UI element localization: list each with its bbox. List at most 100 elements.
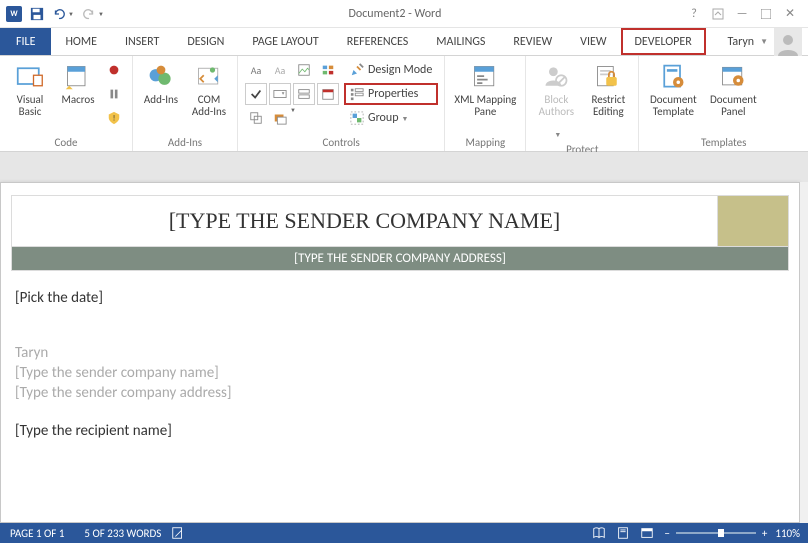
- date-control-icon[interactable]: [317, 83, 339, 105]
- document-header: [TYPE THE SENDER COMPANY NAME] [TYPE THE…: [11, 195, 789, 271]
- group-templates: Document Template Document Panel Templat…: [639, 56, 808, 151]
- group-controls: Aa Aa ▼: [238, 56, 445, 151]
- restrict-editing-icon: [594, 60, 622, 94]
- close-icon[interactable]: ✕: [778, 3, 802, 25]
- rich-text-control-icon[interactable]: Aa: [245, 59, 267, 81]
- document-template-icon: [659, 60, 687, 94]
- document-template-button[interactable]: Document Template: [643, 58, 703, 132]
- maximize-icon[interactable]: [754, 3, 778, 25]
- ribbon: Visual Basic Macros ! Code Add-Ins COM A…: [0, 56, 808, 152]
- tab-review[interactable]: REVIEW: [499, 28, 566, 55]
- tab-references[interactable]: REFERENCES: [333, 28, 423, 55]
- com-addins-icon: [195, 60, 223, 94]
- tab-view[interactable]: VIEW: [566, 28, 620, 55]
- checkbox-control-icon[interactable]: [245, 83, 267, 105]
- restrict-editing-button[interactable]: Restrict Editing: [582, 58, 634, 132]
- com-addins-button[interactable]: COM Add-Ins: [185, 58, 233, 132]
- design-mode-button[interactable]: Design Mode: [344, 59, 438, 81]
- logo-placeholder[interactable]: [718, 196, 788, 246]
- tab-insert[interactable]: INSERT: [111, 28, 173, 55]
- macro-security-icon[interactable]: !: [103, 107, 125, 129]
- minimize-icon[interactable]: —: [730, 3, 754, 25]
- legacy-tools-icon[interactable]: [269, 107, 291, 129]
- document-body[interactable]: [Pick the date] Taryn [Type the sender c…: [15, 289, 785, 441]
- recipient-name-field[interactable]: [Type the recipient name]: [15, 421, 785, 441]
- group-addins: Add-Ins COM Add-Ins Add-Ins: [133, 56, 238, 151]
- print-layout-icon[interactable]: [616, 526, 640, 540]
- date-picker-field[interactable]: [Pick the date]: [15, 289, 785, 307]
- ribbon-display-icon[interactable]: [706, 3, 730, 25]
- sender-company-field[interactable]: [Type the sender company name]: [15, 363, 785, 383]
- chevron-down-icon: ▼: [760, 37, 768, 47]
- web-layout-icon[interactable]: [640, 526, 664, 540]
- chevron-down-icon[interactable]: ▼: [98, 10, 108, 18]
- xml-mapping-icon: [471, 60, 499, 94]
- record-macro-icon[interactable]: [103, 59, 125, 81]
- combobox-control-icon[interactable]: [269, 83, 291, 105]
- document-panel-button[interactable]: Document Panel: [703, 58, 763, 132]
- company-address-field[interactable]: [TYPE THE SENDER COMPANY ADDRESS]: [12, 246, 788, 270]
- zoom-out-button[interactable]: −: [664, 527, 669, 540]
- addins-icon: [147, 60, 175, 94]
- proofing-icon[interactable]: [171, 526, 195, 540]
- user-name: Taryn: [727, 35, 754, 49]
- sender-address-field[interactable]: [Type the sender company address]: [15, 383, 785, 403]
- properties-button[interactable]: Properties: [344, 83, 438, 105]
- company-name-field[interactable]: [TYPE THE SENDER COMPANY NAME]: [12, 196, 718, 246]
- redo-icon[interactable]: [78, 3, 100, 25]
- status-bar: PAGE 1 OF 1 5 OF 233 WORDS − + 110%: [0, 523, 808, 543]
- xml-mapping-button[interactable]: XML Mapping Pane: [449, 58, 521, 132]
- document-area: [TYPE THE SENDER COMPANY NAME] [TYPE THE…: [0, 152, 808, 523]
- tab-file[interactable]: FILE: [0, 28, 51, 55]
- group-code: Visual Basic Macros ! Code: [0, 56, 133, 151]
- tab-mailings[interactable]: MAILINGS: [422, 28, 499, 55]
- tab-page-layout[interactable]: PAGE LAYOUT: [238, 28, 332, 55]
- properties-icon: [350, 87, 364, 101]
- read-mode-icon[interactable]: [592, 526, 616, 540]
- tab-home[interactable]: HOME: [51, 28, 111, 55]
- plain-text-control-icon[interactable]: Aa: [269, 59, 291, 81]
- group-button[interactable]: Group ▼: [344, 107, 438, 129]
- pause-macro-icon[interactable]: [103, 83, 125, 105]
- visual-basic-button[interactable]: Visual Basic: [4, 58, 56, 132]
- addins-button[interactable]: Add-Ins: [137, 58, 185, 132]
- title-bar: W ▼ ▼ Document2 - Word ? — ✕: [0, 0, 808, 28]
- visual-basic-icon: [16, 60, 44, 94]
- chevron-down-icon[interactable]: ▼: [290, 106, 300, 130]
- svg-text:!: !: [113, 115, 116, 124]
- building-block-control-icon[interactable]: [317, 59, 339, 81]
- avatar: [774, 28, 802, 56]
- controls-commands: Design Mode Properties Group ▼: [344, 58, 438, 130]
- vertical-scrollbar[interactable]: [800, 182, 808, 523]
- help-icon[interactable]: ?: [682, 3, 706, 25]
- zoom-thumb[interactable]: [718, 529, 724, 537]
- group-mapping: XML Mapping Pane Mapping: [445, 56, 526, 151]
- group-label: Mapping: [449, 134, 521, 151]
- repeating-control-icon[interactable]: [245, 107, 267, 129]
- zoom-slider[interactable]: − +: [664, 527, 767, 540]
- group-protect: Block Authors ▼ Restrict Editing Protect: [526, 56, 639, 151]
- macros-button[interactable]: Macros: [56, 58, 100, 132]
- undo-icon[interactable]: [48, 3, 70, 25]
- group-label: Controls: [242, 134, 440, 151]
- word-count[interactable]: 5 OF 233 WORDS: [74, 527, 171, 540]
- word-app-icon[interactable]: W: [6, 6, 22, 22]
- quick-access-toolbar: W ▼ ▼: [0, 3, 108, 25]
- block-authors-button[interactable]: Block Authors ▼: [530, 58, 582, 141]
- window-title: Document2 - Word: [108, 7, 682, 21]
- zoom-level[interactable]: 110%: [767, 527, 808, 540]
- account-menu[interactable]: Taryn ▼: [721, 28, 808, 55]
- tab-design[interactable]: DESIGN: [173, 28, 238, 55]
- sender-name-field[interactable]: Taryn: [15, 343, 785, 363]
- picture-control-icon[interactable]: [293, 59, 315, 81]
- chevron-down-icon[interactable]: ▼: [68, 10, 78, 18]
- dropdown-control-icon[interactable]: [293, 83, 315, 105]
- page[interactable]: [TYPE THE SENDER COMPANY NAME] [TYPE THE…: [0, 182, 800, 523]
- ribbon-tabs: FILE HOME INSERT DESIGN PAGE LAYOUT REFE…: [0, 28, 808, 56]
- save-icon[interactable]: [26, 3, 48, 25]
- page-status[interactable]: PAGE 1 OF 1: [0, 527, 74, 540]
- macros-icon: [64, 60, 92, 94]
- chevron-down-icon: ▼: [554, 130, 561, 139]
- zoom-track[interactable]: [676, 532, 756, 534]
- tab-developer[interactable]: DEVELOPER: [621, 28, 706, 55]
